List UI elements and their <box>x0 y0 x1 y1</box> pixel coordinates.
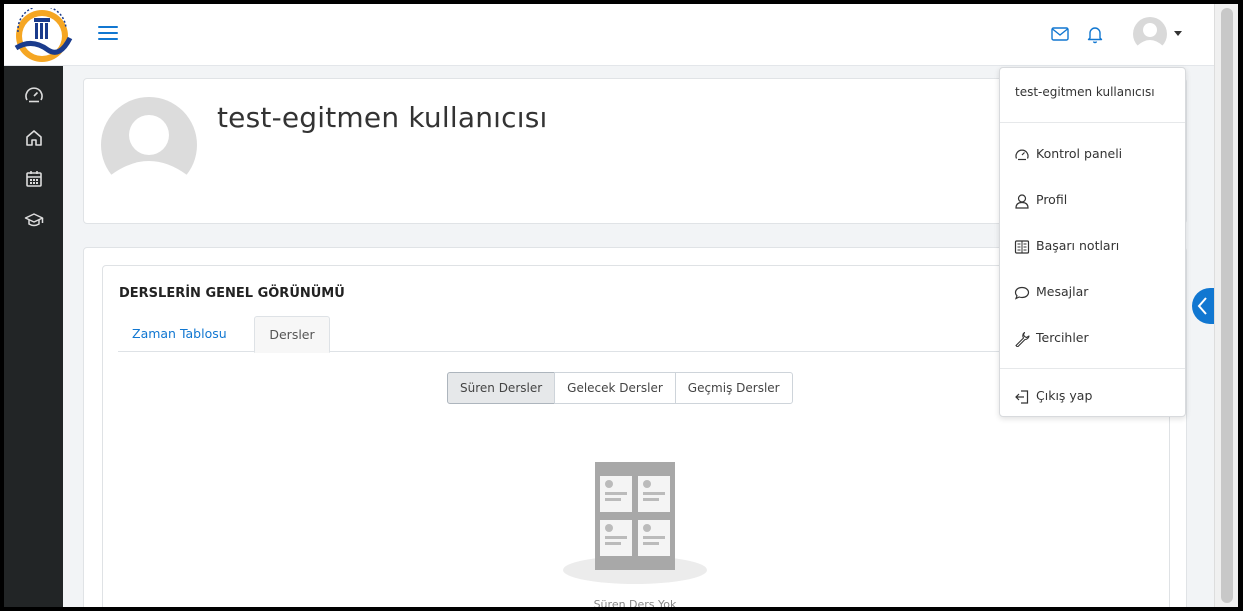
hamburger-icon[interactable] <box>96 22 120 44</box>
empty-courses-message: Süren Ders Yok <box>593 598 677 607</box>
menu-item-preferences[interactable]: Tercihler <box>1000 320 1185 358</box>
menu-item-profile[interactable]: Profil <box>1000 182 1185 220</box>
chevron-down-icon <box>1174 31 1182 36</box>
graduation-cap-icon[interactable] <box>24 210 44 230</box>
filter-in-progress-button[interactable]: Süren Dersler <box>447 372 556 404</box>
menu-item-dashboard[interactable]: Kontrol paneli <box>1000 136 1185 174</box>
bell-icon[interactable] <box>1085 24 1105 44</box>
menu-item-label: Tercihler <box>1036 330 1089 345</box>
menu-item-label: Mesajlar <box>1036 284 1089 299</box>
menu-divider <box>1000 368 1185 369</box>
menu-item-messages[interactable]: Mesajlar <box>1000 274 1185 312</box>
menu-item-label: Başarı notları <box>1036 238 1120 253</box>
app-window: test-egitmen kullanıcısı DERSLERİN GENEL… <box>4 4 1238 607</box>
menu-divider <box>1000 122 1185 123</box>
block-title: DERSLERİN GENEL GÖRÜNÜMÜ <box>119 286 345 301</box>
page-title: test-egitmen kullanıcısı <box>217 101 548 134</box>
logout-icon <box>1015 390 1029 404</box>
user-menu-toggle[interactable] <box>1132 16 1184 53</box>
top-navbar <box>4 4 1214 66</box>
menu-item-label: Çıkış yap <box>1036 388 1093 403</box>
course-tabs: Zaman Tablosu Dersler <box>118 316 1152 353</box>
user-menu-dropdown: test-egitmen kullanıcısı Kontrol paneli … <box>999 67 1186 417</box>
filter-past-button[interactable]: Geçmiş Dersler <box>674 372 793 404</box>
drawer-toggle[interactable] <box>1192 288 1214 324</box>
menu-item-label: Profil <box>1036 192 1068 207</box>
chevron-left-icon <box>1197 297 1207 315</box>
menu-item-grades[interactable]: Başarı notları <box>1000 228 1185 266</box>
page-scrollbar[interactable] <box>1214 4 1238 607</box>
tab-timeline[interactable]: Zaman Tablosu <box>118 316 241 352</box>
filter-future-button[interactable]: Gelecek Dersler <box>554 372 676 404</box>
menu-item-label: Kontrol paneli <box>1036 146 1123 161</box>
wrench-icon <box>1015 331 1030 347</box>
avatar-icon <box>1133 17 1167 53</box>
tab-courses[interactable]: Dersler <box>254 316 330 353</box>
user-menu-header: test-egitmen kullanıcısı <box>1015 85 1155 99</box>
dashboard-icon <box>1015 149 1029 161</box>
scrollbar-thumb[interactable] <box>1221 8 1233 603</box>
chat-bubble-icon <box>1014 286 1030 300</box>
user-icon <box>1015 194 1029 209</box>
mail-icon[interactable] <box>1050 24 1070 44</box>
grades-icon <box>1014 240 1030 254</box>
left-sidebar <box>4 66 63 607</box>
dashboard-icon[interactable] <box>24 86 44 106</box>
menu-item-logout[interactable]: Çıkış yap <box>1000 378 1185 416</box>
university-logo[interactable] <box>12 8 92 64</box>
empty-courses-illustration <box>563 462 707 584</box>
home-icon[interactable] <box>24 128 44 148</box>
profile-avatar <box>101 97 197 193</box>
course-filter-group: Süren Dersler Gelecek Dersler Geçmiş Der… <box>447 372 793 404</box>
calendar-icon[interactable] <box>24 169 44 189</box>
